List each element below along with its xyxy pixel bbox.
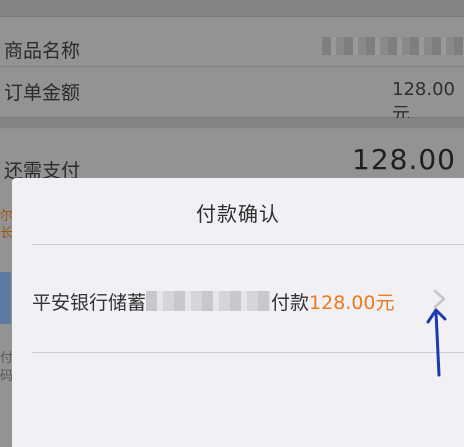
order-info-divider [0, 66, 464, 67]
edge-gray-text: 付 码 [0, 351, 14, 384]
product-name-label: 商品名称 [4, 40, 81, 62]
product-name-value-blurred [322, 37, 464, 55]
card-number-blurred [146, 291, 272, 311]
arrow-up-annotation-icon [426, 308, 447, 377]
status-bar [0, 0, 464, 17]
dialog-title: 付款确认 [196, 202, 280, 226]
edge-notice-text: 尔 长 [0, 209, 14, 241]
payment-confirm-dialog: 付款确认 平安银行储蓄 付款128.00元 [12, 178, 464, 447]
section-gap [0, 118, 464, 128]
order-amount-label: 订单金额 [4, 82, 81, 104]
payment-method-row[interactable]: 平安银行储蓄 付款128.00元 [12, 246, 464, 351]
dialog-divider [32, 352, 464, 353]
payment-method-text: 平安银行储蓄 付款128.00元 [32, 288, 395, 315]
edge-blue-element [0, 272, 11, 324]
payment-method-suffix: 付款 [271, 292, 310, 314]
dialog-divider [32, 244, 464, 245]
payment-amount: 128.00元 [309, 292, 395, 314]
payment-method-prefix: 平安银行储蓄 [32, 292, 147, 314]
